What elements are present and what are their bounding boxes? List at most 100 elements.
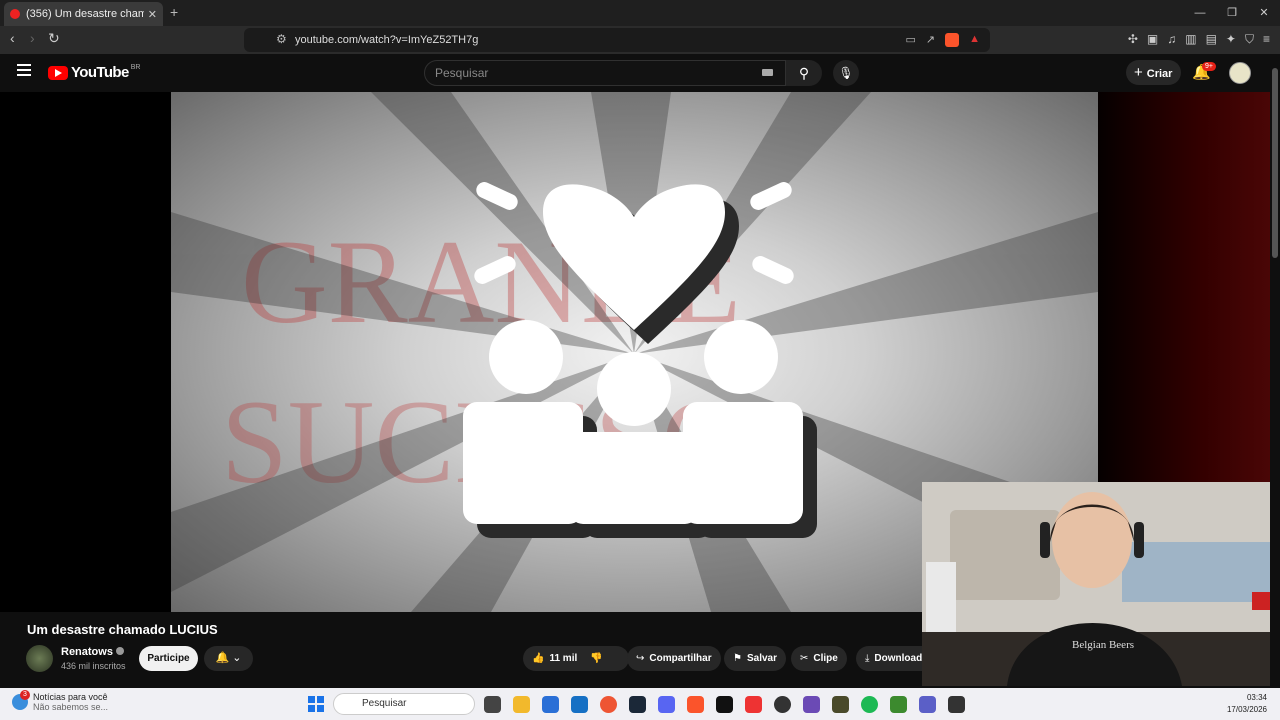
- notifications-badge: 9+: [1202, 62, 1216, 71]
- scrollbar-thumb[interactable]: [1272, 68, 1278, 258]
- new-tab-icon[interactable]: +: [170, 4, 178, 20]
- window-controls: — ❐ ✕: [1184, 0, 1280, 26]
- save-label: Salvar: [746, 653, 777, 664]
- save-playlist-icon: ⚑: [733, 653, 742, 664]
- youtube-play-icon: [48, 65, 68, 80]
- file-explorer-icon[interactable]: [513, 696, 530, 713]
- music-icon[interactable]: ♫: [1167, 32, 1176, 47]
- clip-button[interactable]: ✂ Clipe: [791, 646, 847, 671]
- discord-icon[interactable]: [658, 696, 675, 713]
- channel-name-text: Renatows: [61, 646, 113, 658]
- like-button[interactable]: 👍 11 mil: [532, 653, 577, 664]
- country-code: BR: [130, 64, 141, 71]
- brave-rewards-icon[interactable]: ▲: [969, 33, 980, 47]
- browser-tab[interactable]: (356) Um desastre chamado LUCIUS ✕: [4, 2, 163, 26]
- search-input[interactable]: Pesquisar: [424, 60, 786, 86]
- reload-icon[interactable]: ↻: [48, 30, 60, 47]
- spotify-icon[interactable]: [861, 696, 878, 713]
- outlook-icon[interactable]: [571, 696, 588, 713]
- reading-list-icon[interactable]: ▤: [1206, 32, 1217, 47]
- thumbs-down-icon: 👎: [590, 653, 603, 664]
- share-label: Compartilhar: [649, 653, 712, 664]
- minecraft-icon[interactable]: [890, 696, 907, 713]
- extensions-toolbar: ✣ ▣ ♫ ▥ ▤ ✦ ⛉ ≡: [1128, 32, 1270, 47]
- extensions-icon[interactable]: ✣: [1128, 32, 1138, 47]
- thumbs-up-icon: 👍: [532, 653, 545, 664]
- join-button[interactable]: Participe: [139, 646, 198, 671]
- create-button[interactable]: + Criar: [1126, 60, 1181, 85]
- url-actions: ▭ ↗ ▲: [905, 33, 980, 47]
- brave-shields-icon[interactable]: [945, 33, 960, 47]
- youtube-logo[interactable]: YouTube BR: [48, 64, 140, 81]
- store-icon[interactable]: [542, 696, 559, 713]
- browser-tab-bar: (356) Um desastre chamado LUCIUS ✕ + — ❐…: [0, 0, 1280, 26]
- teams-icon[interactable]: [919, 696, 936, 713]
- clip-label: Clipe: [813, 653, 838, 664]
- window-close-icon[interactable]: ✕: [1248, 0, 1280, 26]
- app-icon[interactable]: [832, 696, 849, 713]
- opera-icon[interactable]: [600, 696, 617, 713]
- scissors-icon: ✂: [800, 653, 809, 664]
- webcam-overlay: Belgian Beers: [922, 482, 1280, 686]
- security-icon[interactable]: [948, 696, 965, 713]
- dislike-button[interactable]: 👎: [590, 653, 602, 664]
- typora-icon[interactable]: [745, 696, 762, 713]
- download-label: Download: [874, 653, 922, 664]
- page-scrollbar[interactable]: [1270, 54, 1280, 688]
- restore-icon[interactable]: ❐: [1216, 0, 1248, 26]
- search-button[interactable]: ⚲: [786, 60, 822, 86]
- obs-icon[interactable]: [774, 696, 791, 713]
- twitch-icon[interactable]: [803, 696, 820, 713]
- download-icon: ⤓: [865, 653, 870, 664]
- close-tab-icon[interactable]: ✕: [148, 8, 157, 21]
- tiktok-icon[interactable]: [716, 696, 733, 713]
- site-info-icon[interactable]: ⚙: [276, 32, 287, 46]
- channel-name[interactable]: Renatows: [61, 646, 124, 658]
- news-widget[interactable]: 3 Notícias para você Não sabemos se...: [12, 690, 108, 712]
- player-letterbox-left: [0, 92, 171, 612]
- clock-time: 03:34: [1246, 693, 1267, 702]
- download-button[interactable]: ⤓ Download: [856, 646, 922, 671]
- menu-icon[interactable]: ≡: [1263, 32, 1270, 47]
- logo-text: YouTube: [71, 64, 129, 81]
- sidebar-icon[interactable]: ▥: [1185, 32, 1196, 47]
- forward-icon[interactable]: ›: [30, 30, 35, 46]
- hamburger-menu-icon[interactable]: [17, 64, 31, 79]
- news-title: Notícias para você: [33, 692, 108, 702]
- create-label: Criar: [1146, 68, 1173, 80]
- channel-avatar[interactable]: [26, 645, 53, 672]
- steam-icon[interactable]: [629, 696, 646, 713]
- minimize-icon[interactable]: —: [1184, 0, 1216, 26]
- voice-search-button[interactable]: 🎙: [833, 60, 859, 86]
- subscription-bell-button[interactable]: 🔔 ⌄: [204, 646, 253, 671]
- account-avatar[interactable]: [1229, 62, 1251, 84]
- plus-icon: +: [1134, 64, 1143, 81]
- keyboard-icon[interactable]: [762, 69, 773, 76]
- wallet-icon[interactable]: ▣: [1147, 32, 1158, 47]
- shirt-text: Belgian Beers: [1072, 639, 1134, 651]
- save-button[interactable]: ⚑ Salvar: [724, 646, 786, 671]
- cast-icon[interactable]: ▭: [905, 33, 915, 47]
- url-field[interactable]: youtube.com/watch?v=ImYeZ52TH7g: [244, 28, 990, 52]
- chevron-down-icon: ⌄: [232, 652, 242, 664]
- youtube-favicon-icon: [10, 9, 20, 19]
- back-icon[interactable]: ‹: [10, 30, 15, 46]
- share-button[interactable]: ↪ Compartilhar: [627, 646, 721, 671]
- taskbar-search[interactable]: Pesquisar: [333, 693, 475, 715]
- windows-start-icon[interactable]: [308, 696, 324, 712]
- system-clock[interactable]: 03:34 17/03/2026: [1227, 692, 1267, 716]
- share-page-icon[interactable]: ↗: [926, 33, 935, 47]
- brave-icon[interactable]: [687, 696, 704, 713]
- vpn-icon[interactable]: ⛉: [1245, 32, 1254, 47]
- subscriber-count: 436 mil inscritos: [61, 661, 126, 671]
- address-toolbar: ‹ › ↻ ⚐ youtube.com/watch?v=ImYeZ52TH7g …: [0, 26, 1280, 54]
- task-view-icon[interactable]: [484, 696, 501, 713]
- verified-icon: [115, 647, 124, 655]
- like-count: 11 mil: [549, 653, 578, 664]
- search-icon: ⚲: [798, 65, 810, 81]
- leo-icon[interactable]: ✦: [1226, 32, 1236, 47]
- weather-news-icon: 3: [12, 690, 30, 710]
- clock-date: 17/03/2026: [1226, 705, 1267, 714]
- taskbar-apps: [484, 696, 965, 713]
- youtube-header: YouTube BR Pesquisar ⚲ 🎙 + Criar 🔔 9+: [0, 54, 1280, 92]
